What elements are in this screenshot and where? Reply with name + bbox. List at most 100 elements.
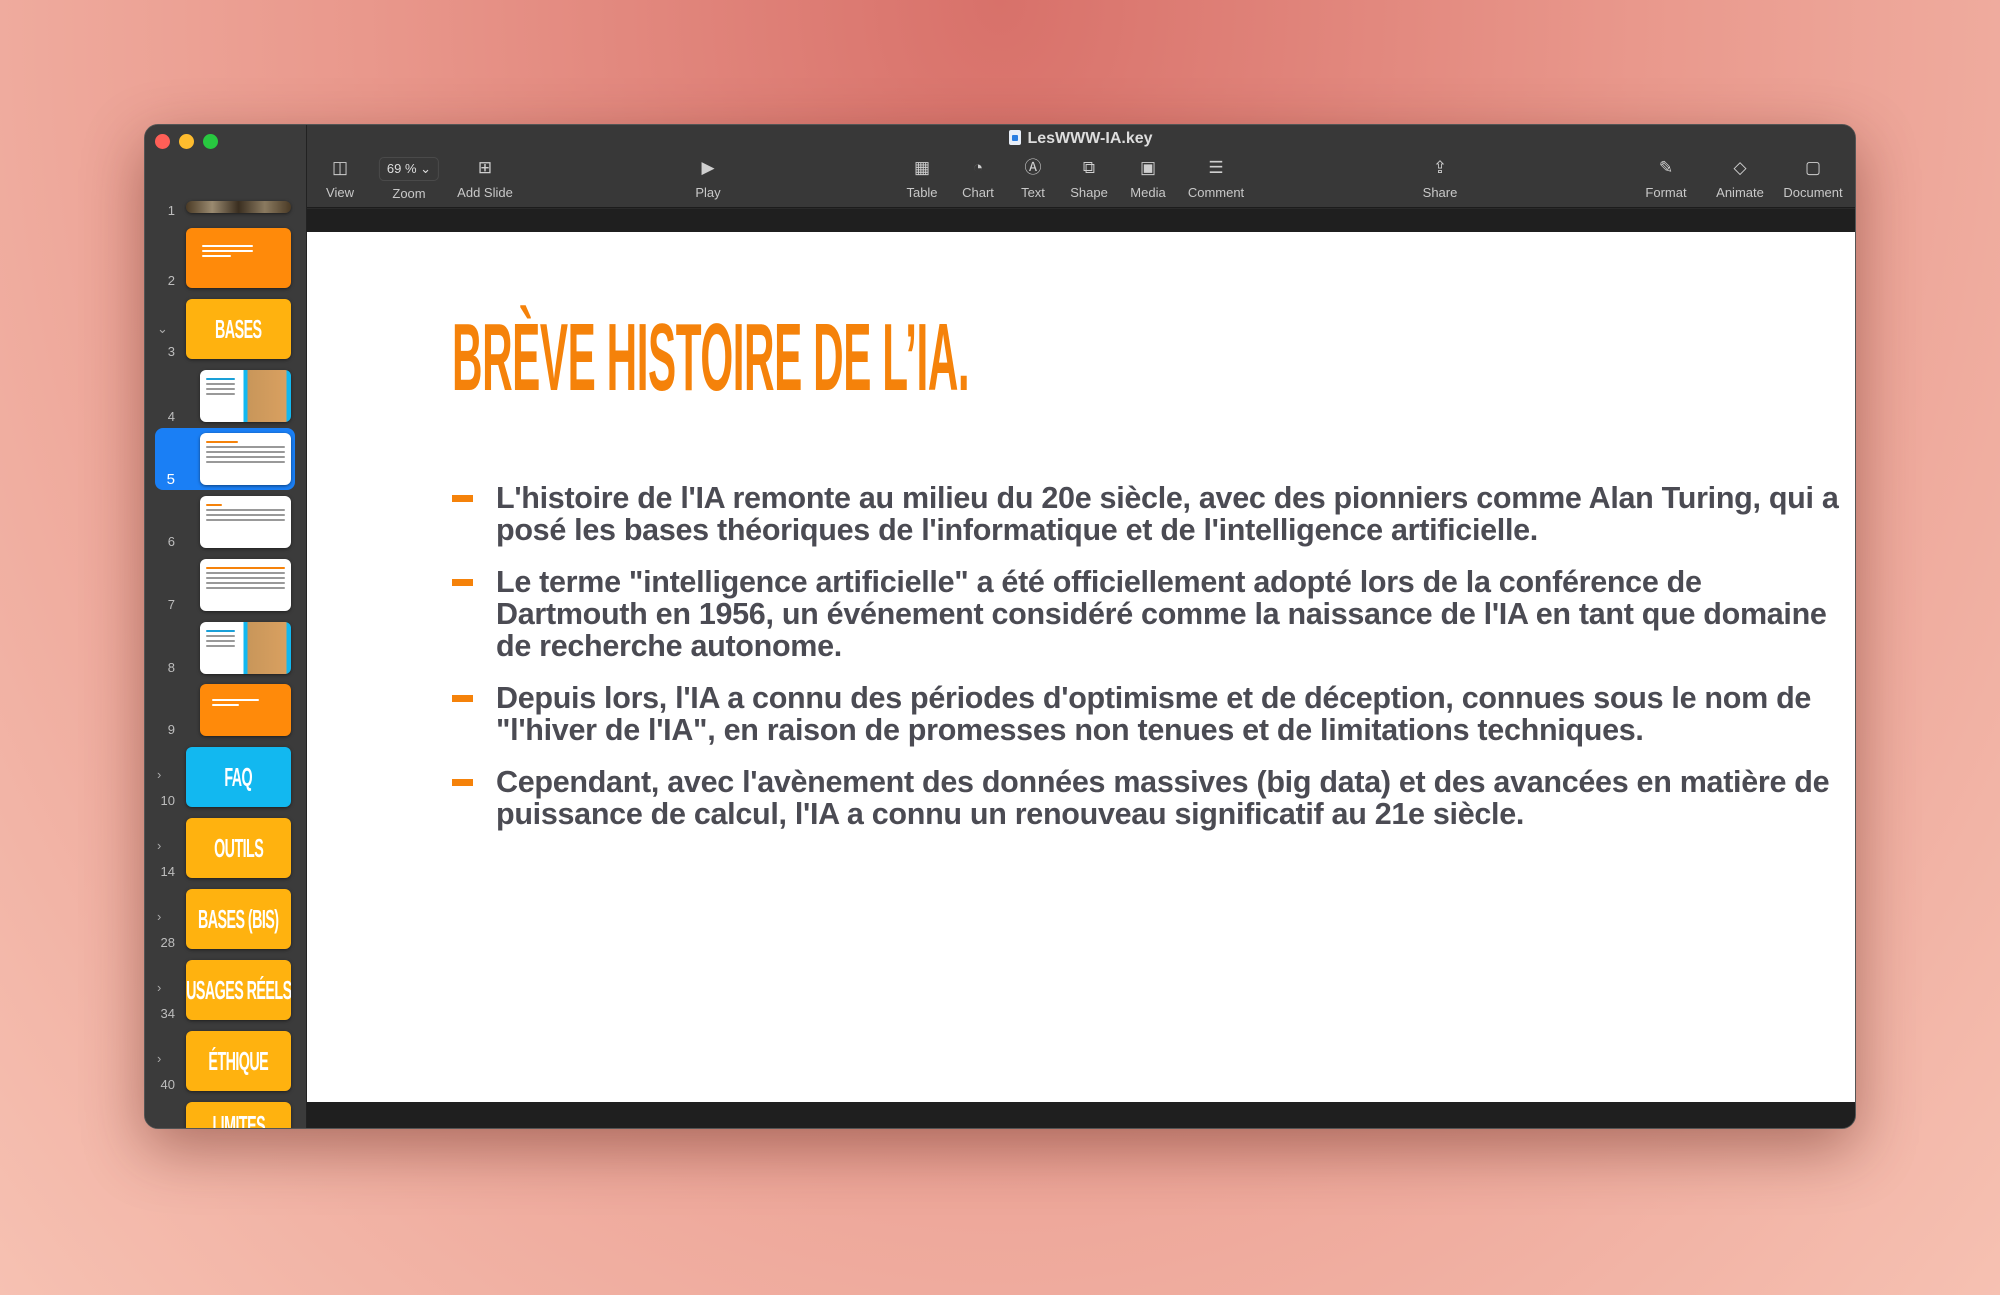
animate-button[interactable]: ◇ Animate (1716, 157, 1764, 200)
slide-thumb-limites[interactable]: LIMITES (186, 1102, 291, 1129)
format-button[interactable]: ✎ Format (1645, 157, 1686, 200)
sidebar-icon: ◫ (331, 158, 349, 177)
bullet-item: L'histoire de l'IA remonte au milieu du … (452, 482, 1842, 546)
dash-bullet-icon (452, 579, 473, 586)
document-name: LesWWW-IA.key (1027, 130, 1153, 147)
chevron-right-icon[interactable]: › (157, 909, 161, 924)
current-slide[interactable]: BRÈVE HISTOIRE DE L’IA. L'histoire de l'… (307, 232, 1855, 1102)
share-button[interactable]: ⇪ Share (1423, 157, 1458, 200)
slide-thumb-1[interactable] (186, 201, 291, 213)
share-label: Share (1422, 185, 1458, 200)
slide-number: 2 (167, 273, 175, 288)
comment-icon: ☰ (1208, 158, 1224, 177)
slide-thumb-8[interactable] (200, 622, 291, 674)
bullet-text: Le terme "intelligence artificielle" a é… (496, 565, 1827, 663)
slide-thumb-14[interactable]: OUTILS (186, 818, 291, 878)
dash-bullet-icon (452, 695, 473, 702)
thumb-label: BASES (215, 313, 262, 344)
slide-thumb-40[interactable]: ÉTHIQUE (186, 1031, 291, 1091)
zoom-value: 69 % (386, 161, 417, 176)
slide-thumb-10[interactable]: FAQ (186, 747, 291, 807)
play-label: Play (695, 185, 721, 200)
dash-bullet-icon (452, 779, 473, 786)
chart-icon: ◔ (972, 158, 984, 177)
slide-thumb-7[interactable] (200, 559, 291, 611)
window-controls (155, 134, 218, 149)
thumb-label: USAGES RÉELS (186, 974, 291, 1005)
slide-number: 40 (160, 1077, 175, 1092)
slide-title[interactable]: BRÈVE HISTOIRE DE L’IA. (452, 310, 970, 406)
bullet-text: L'histoire de l'IA remonte au milieu du … (496, 481, 1839, 547)
slide-thumb-2[interactable] (186, 228, 291, 288)
document-button[interactable]: ▢ Document (1783, 157, 1842, 200)
zoom-control[interactable]: 69 % ⌄ Zoom (378, 157, 440, 201)
document-label: Document (1783, 185, 1843, 200)
chart-button[interactable]: ◔ Chart (962, 157, 994, 200)
add-slide-button[interactable]: ⊞ Add Slide (457, 157, 513, 200)
thumb-label: OUTILS (213, 832, 264, 863)
slide-canvas: BRÈVE HISTOIRE DE L’IA. L'histoire de l'… (307, 209, 1855, 1128)
chevron-right-icon[interactable]: › (157, 980, 161, 995)
zoom-label: Zoom (392, 186, 426, 201)
table-label: Table (906, 185, 938, 200)
minimize-button[interactable] (179, 134, 194, 149)
share-icon: ⇪ (1432, 158, 1448, 177)
slide-thumb-34[interactable]: USAGES RÉELS (186, 960, 291, 1020)
bullet-item: Le terme "intelligence artificielle" a é… (452, 566, 1842, 662)
dash-bullet-icon (452, 495, 473, 502)
slide-thumb-5[interactable] (200, 433, 291, 485)
text-button[interactable]: Ⓐ Text (1021, 157, 1045, 200)
window-title: LesWWW-IA.key (307, 130, 1855, 148)
zoom-select[interactable]: 69 % ⌄ (378, 157, 440, 181)
slide-number: 1 (167, 203, 175, 218)
bullet-item: Depuis lors, l'IA a connu des périodes d… (452, 682, 1842, 746)
slide-number: 3 (167, 344, 175, 359)
toolbar: LesWWW-IA.key ◫ View 69 % ⌄ Zoom ⊞ Add Slid… (307, 125, 1855, 208)
slide-number: 8 (167, 660, 175, 675)
media-button[interactable]: ▣ Media (1130, 157, 1165, 200)
document-icon: ▢ (1804, 158, 1822, 177)
zoom-button[interactable] (203, 134, 218, 149)
shape-label: Shape (1070, 185, 1108, 200)
animate-diamond-icon: ◇ (1733, 158, 1747, 177)
text-label: Text (1021, 185, 1045, 200)
bullet-text: Depuis lors, l'IA a connu des périodes d… (496, 681, 1812, 747)
play-icon: ▶ (701, 158, 715, 177)
slide-thumb-4[interactable] (200, 370, 291, 422)
bullet-text: Cependant, avec l'avènement des données … (496, 765, 1830, 831)
slide-number: 9 (167, 722, 175, 737)
bullet-list[interactable]: L'histoire de l'IA remonte au milieu du … (452, 482, 1842, 850)
chevron-right-icon[interactable]: › (157, 767, 161, 782)
text-box-icon: Ⓐ (1024, 158, 1042, 177)
slide-number: 4 (167, 409, 175, 424)
slide-thumb-9[interactable] (200, 684, 291, 736)
animate-label: Animate (1716, 185, 1764, 200)
view-button[interactable]: ◫ View (326, 157, 354, 200)
view-label: View (326, 185, 354, 200)
chevron-right-icon[interactable]: › (157, 1051, 161, 1066)
slide-number: 6 (167, 534, 175, 549)
chevron-down-icon: ⌄ (420, 161, 432, 176)
keynote-window: 1 2 ⌄ 3 BASES 4 5 6 7 8 9 › 10 FAQ › 14 … (144, 124, 1856, 1129)
close-button[interactable] (155, 134, 170, 149)
play-button[interactable]: ▶ Play (695, 157, 720, 200)
slide-thumb-3[interactable]: BASES (186, 299, 291, 359)
thumb-label: LIMITES (212, 1110, 265, 1129)
slide-number: 34 (160, 1006, 175, 1021)
shape-button[interactable]: ⧉ Shape (1070, 157, 1108, 200)
shape-icon: ⧉ (1082, 158, 1096, 177)
table-button[interactable]: ▦ Table (906, 157, 937, 200)
thumb-label: FAQ (224, 761, 253, 792)
slide-navigator[interactable]: 1 2 ⌄ 3 BASES 4 5 6 7 8 9 › 10 FAQ › 14 … (145, 125, 307, 1128)
chevron-right-icon[interactable]: › (157, 838, 161, 853)
slide-thumb-6[interactable] (200, 496, 291, 548)
slide-thumb-28[interactable]: BASES (BIS) (186, 889, 291, 949)
thumb-label: ÉTHIQUE (208, 1045, 269, 1076)
table-icon: ▦ (913, 158, 931, 177)
slide-number: 7 (167, 597, 175, 612)
plus-square-icon: ⊞ (477, 158, 493, 177)
paintbrush-icon: ✎ (1658, 158, 1674, 177)
comment-button[interactable]: ☰ Comment (1188, 157, 1244, 200)
chevron-down-icon[interactable]: ⌄ (157, 321, 168, 337)
bullet-item: Cependant, avec l'avènement des données … (452, 766, 1842, 830)
